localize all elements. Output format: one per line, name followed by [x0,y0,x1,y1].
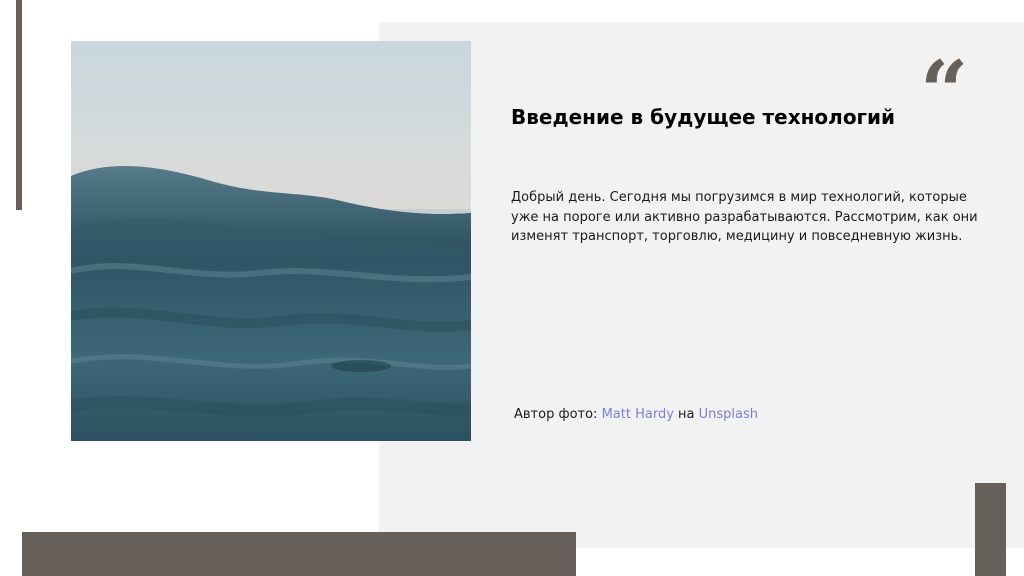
quote-mark-icon: “ [920,42,969,141]
credit-connector: на [673,407,699,422]
accent-bar-right [975,483,1006,576]
credit-prefix: Автор фото: [514,407,602,422]
accent-bar-bottom [22,532,576,576]
slide-body: Добрый день. Сегодня мы погрузимся в мир… [511,190,978,244]
accent-bar-left [16,0,22,210]
ocean-wave-photo [71,41,471,441]
photo-credit: Автор фото: Matt Hardy на Unsplash [514,406,914,424]
slide-title: Введение в будущее технологий [511,105,896,129]
credit-source-link[interactable]: Unsplash [699,407,758,422]
credit-author-link[interactable]: Matt Hardy [602,407,674,422]
